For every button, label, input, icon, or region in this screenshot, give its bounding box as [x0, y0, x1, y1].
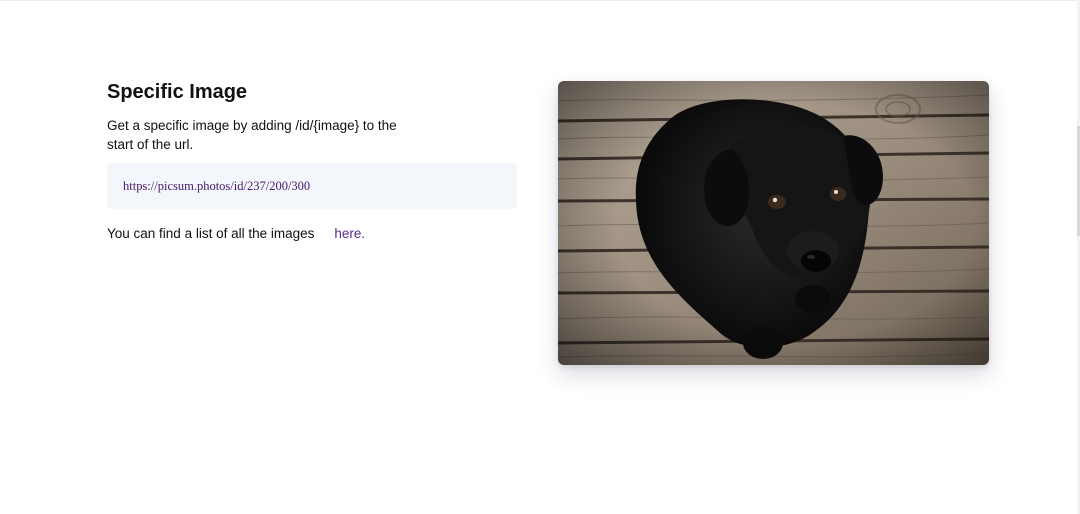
image-list-link[interactable]: here. [334, 225, 365, 243]
example-url-box: https://picsum.photos/id/237/200/300 [107, 163, 517, 209]
top-border [0, 0, 1080, 1]
image-list-text: You can find a list of all the images [107, 226, 315, 241]
example-url-text[interactable]: https://picsum.photos/id/237/200/300 [123, 179, 310, 194]
image-list-line: You can find a list of all the images he… [107, 225, 517, 243]
text-column: Specific Image Get a specific image by a… [107, 80, 517, 243]
section-title: Specific Image [107, 81, 248, 103]
puppy-photo-image [558, 81, 989, 365]
specific-image-section: Specific Image Get a specific image by a… [107, 80, 989, 370]
section-description: Get a specific image by adding /id/{imag… [107, 118, 397, 152]
example-photo [558, 81, 989, 365]
